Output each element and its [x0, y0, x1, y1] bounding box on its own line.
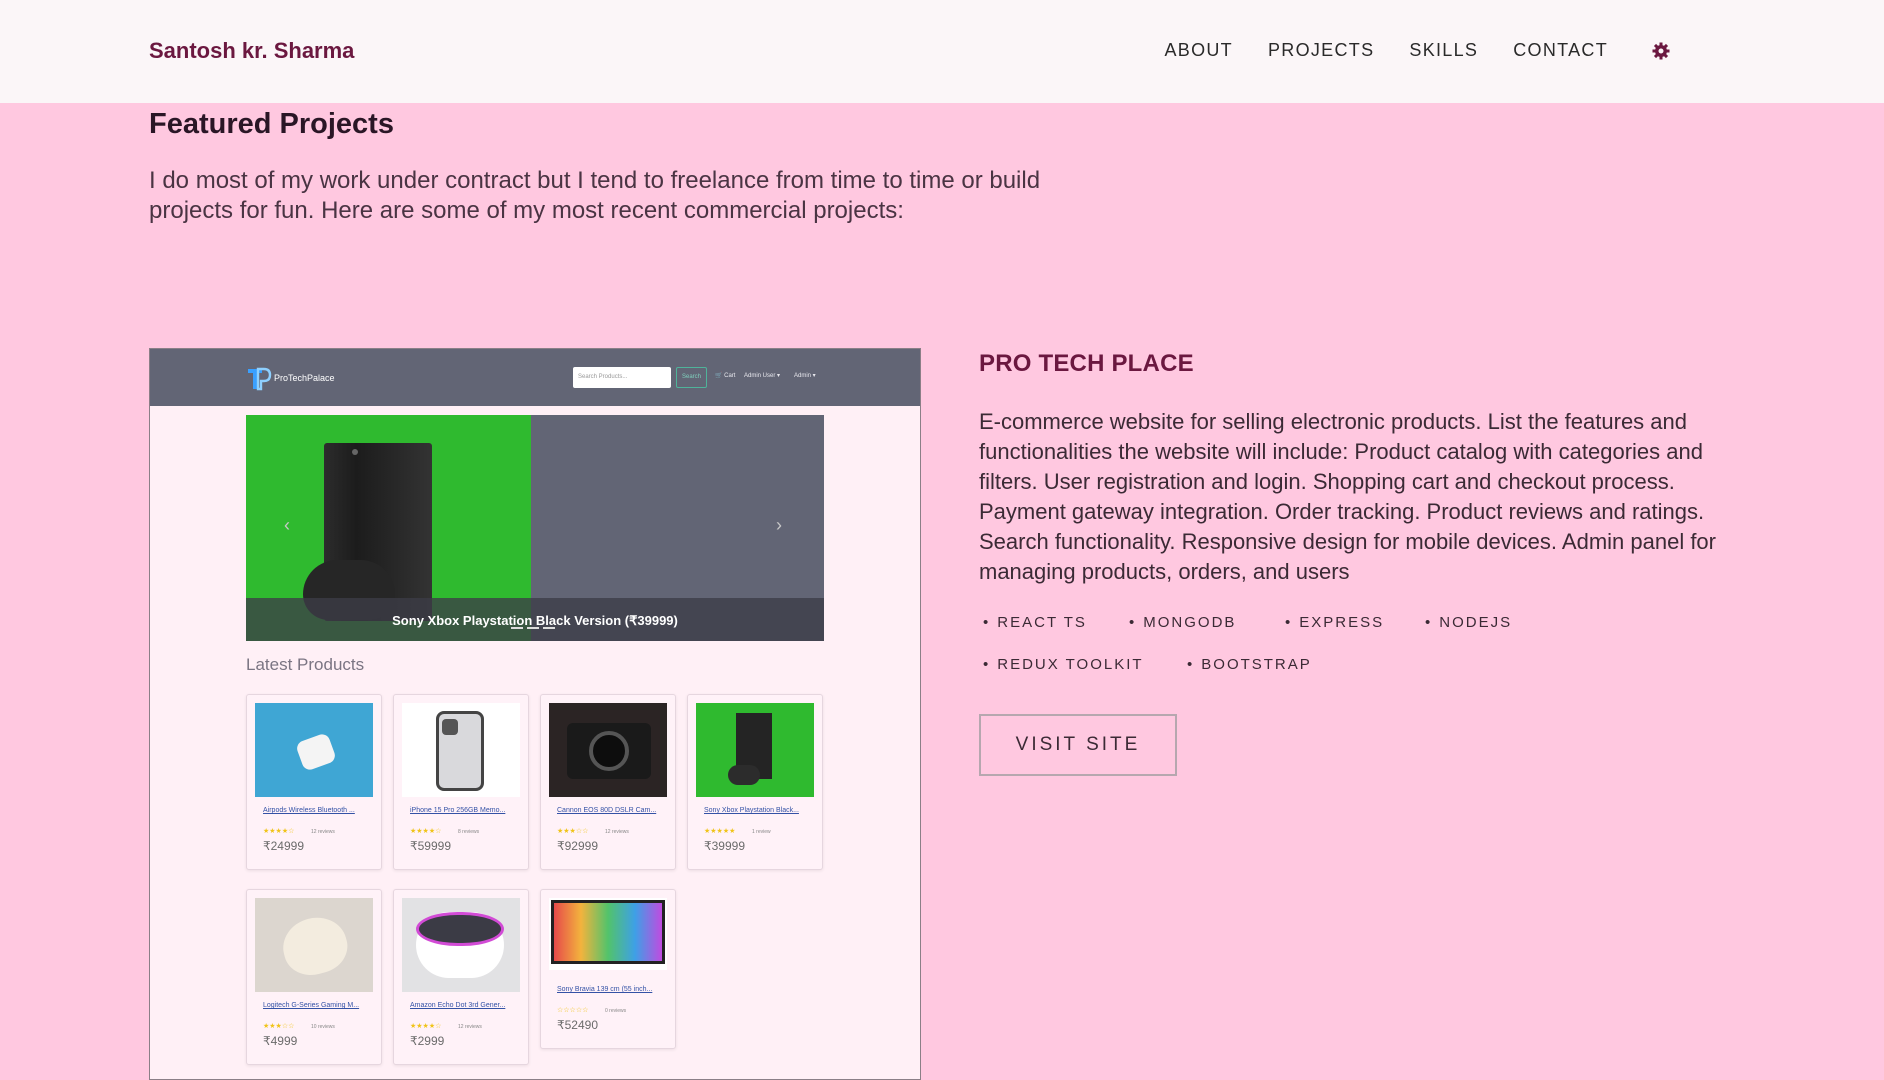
product-card: Airpods Wireless Bluetooth ... ★★★★☆ 12 … — [246, 694, 382, 870]
mini-logo-text: ProTechPalace — [274, 373, 335, 383]
visit-site-button[interactable]: VISIT SITE — [979, 714, 1177, 776]
carousel-indicators — [511, 627, 555, 629]
section-intro: I do most of my work under contract but … — [149, 167, 1041, 224]
nav-about[interactable]: ABOUT — [1164, 40, 1233, 61]
section-title: Featured Projects — [149, 108, 394, 140]
tp-logo-icon — [246, 365, 272, 391]
protechpalace-logo: ProTechPalace — [246, 365, 335, 391]
product-name: Sony Xbox Playstation Black... — [704, 807, 799, 814]
review-count: 10 reviews — [311, 1024, 335, 1030]
tag: NODEJS — [1425, 614, 1512, 631]
latest-products-title: Latest Products — [246, 655, 365, 674]
tag: REACT TS — [983, 614, 1087, 631]
echo-dot-image — [402, 898, 520, 992]
chevron-left-icon: ‹ — [284, 515, 290, 535]
tag: MONGODB — [1129, 614, 1236, 631]
review-count: 1 review — [752, 829, 771, 835]
review-count: 12 reviews — [311, 829, 335, 835]
mini-admin-label: Admin — [794, 373, 812, 379]
product-price: ₹4999 — [263, 1034, 298, 1048]
navbar: Santosh kr. Sharma ABOUT PROJECTS SKILLS… — [0, 0, 1884, 103]
product-name: iPhone 15 Pro 256GB Memo... — [410, 807, 506, 814]
tv-image — [549, 898, 667, 970]
product-price: ₹92999 — [557, 839, 599, 853]
nav-contact[interactable]: CONTACT — [1513, 40, 1608, 61]
camera-image — [549, 703, 667, 797]
product-card: Sony Bravia 139 cm (55 inch... ☆☆☆☆☆ 0 r… — [540, 889, 676, 1049]
airpods-image — [255, 703, 373, 797]
rating-stars: ☆☆☆☆☆ — [557, 1007, 589, 1014]
tag: BOOTSTRAP — [1187, 656, 1312, 673]
nav-skills[interactable]: SKILLS — [1409, 40, 1478, 61]
gear-icon[interactable] — [1651, 41, 1671, 61]
product-name: Amazon Echo Dot 3rd Gener... — [410, 1002, 506, 1009]
iphone-image — [402, 703, 520, 797]
product-price: ₹24999 — [263, 839, 305, 853]
brand-name[interactable]: Santosh kr. Sharma — [149, 38, 354, 64]
product-name: Logitech G-Series Gaming M... — [263, 1002, 360, 1009]
product-name: Airpods Wireless Bluetooth ... — [263, 807, 355, 814]
review-count: 0 reviews — [605, 1008, 627, 1014]
rating-stars: ★★★★★ — [704, 828, 736, 835]
mini-admin-user: Admin User ▾ — [744, 373, 781, 379]
rating-stars: ★★★★☆ — [410, 1023, 442, 1030]
product-card: Sony Xbox Playstation Black... ★★★★★ 1 r… — [687, 694, 823, 870]
project-description: E-commerce website for selling electroni… — [979, 409, 1716, 584]
product-price: ₹2999 — [410, 1034, 445, 1048]
product-price: ₹39999 — [704, 839, 746, 853]
rating-stars: ★★★☆☆ — [557, 828, 589, 835]
rating-stars: ★★★☆☆ — [263, 1023, 295, 1030]
mini-cart-link: 🛒 Cart — [715, 373, 736, 379]
rating-stars: ★★★★☆ — [410, 828, 442, 835]
chevron-right-icon: › — [776, 515, 782, 535]
review-count: 8 reviews — [458, 829, 480, 835]
carousel: Sony Xbox Playstation Black Version (₹39… — [246, 415, 824, 641]
product-name: Sony Bravia 139 cm (55 inch... — [557, 986, 653, 993]
mini-cart-label: Cart — [724, 373, 736, 379]
product-card: iPhone 15 Pro 256GB Memo... ★★★★☆ 8 revi… — [393, 694, 529, 870]
nav-links: ABOUT PROJECTS SKILLS CONTACT — [1164, 40, 1671, 61]
tag: REDUX TOOLKIT — [983, 656, 1144, 673]
product-card: Logitech G-Series Gaming M... ★★★☆☆ 10 r… — [246, 889, 382, 1065]
product-name: Cannon EOS 80D DSLR Cam... — [557, 807, 657, 814]
product-price: ₹52490 — [557, 1018, 599, 1032]
mouse-image — [255, 898, 373, 992]
mini-search-button: Search — [676, 367, 707, 388]
project-screenshot[interactable]: ProTechPalace Search Products... Search … — [149, 348, 921, 1080]
mini-admin: Admin ▾ — [794, 373, 816, 379]
nav-projects[interactable]: PROJECTS — [1268, 40, 1374, 61]
review-count: 12 reviews — [605, 829, 629, 835]
review-count: 12 reviews — [458, 1024, 482, 1030]
product-price: ₹59999 — [410, 839, 452, 853]
mini-search-input: Search Products... — [573, 367, 671, 388]
tag: EXPRESS — [1285, 614, 1384, 631]
project-title: PRO TECH PLACE — [979, 350, 1194, 377]
rating-stars: ★★★★☆ — [263, 828, 295, 835]
product-card: Cannon EOS 80D DSLR Cam... ★★★☆☆ 12 revi… — [540, 694, 676, 870]
mini-admin-user-label: Admin User — [744, 373, 776, 379]
xbox-image — [696, 703, 814, 797]
product-card: Amazon Echo Dot 3rd Gener... ★★★★☆ 12 re… — [393, 889, 529, 1065]
screenshot-navbar: ProTechPalace Search Products... Search … — [150, 349, 920, 406]
